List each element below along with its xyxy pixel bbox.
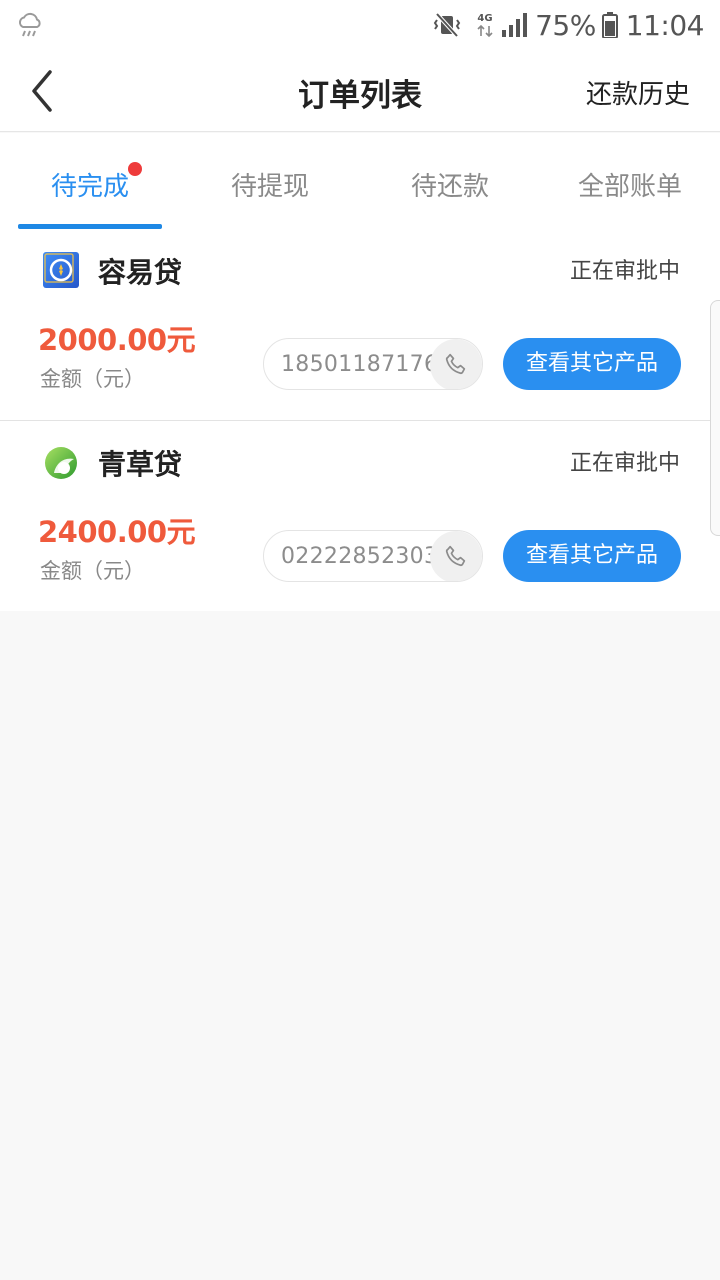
vibrate-mute-icon <box>433 12 461 38</box>
battery-percent: 75% <box>535 8 596 42</box>
clock: 11:04 <box>625 8 705 42</box>
order-card[interactable]: 青草贷 正在审批中 2400.00元 金额（元） 02222852303 查看其… <box>0 420 720 611</box>
tab-pending-complete[interactable]: 待完成 <box>0 133 180 229</box>
status-bar: 4G 75% 11:04 <box>0 0 720 50</box>
order-tabs: 待完成 待提现 待还款 全部账单 <box>0 133 720 229</box>
order-status: 正在审批中 <box>569 451 680 476</box>
amount-label: 金额（元） <box>40 367 145 391</box>
order-card[interactable]: 容易贷 正在审批中 2000.00元 金额（元） 18501187176 查看其… <box>0 229 720 420</box>
tab-pending-withdraw[interactable]: 待提现 <box>180 133 360 229</box>
order-list: 容易贷 正在审批中 2000.00元 金额（元） 18501187176 查看其… <box>0 229 720 611</box>
view-other-products-button[interactable]: 查看其它产品 <box>503 530 681 582</box>
phone-number: 18501187176 <box>281 352 439 377</box>
phone-icon <box>445 545 466 567</box>
battery-icon <box>601 12 618 38</box>
view-other-products-button[interactable]: 查看其它产品 <box>503 338 681 390</box>
call-button[interactable] <box>430 531 482 581</box>
loan-amount: 2400.00元 <box>38 515 196 549</box>
product-name: 容易贷 <box>98 256 183 289</box>
repayment-history-link[interactable]: 还款历史 <box>586 74 690 111</box>
tab-label: 待还款 <box>410 172 489 202</box>
contact-phone[interactable]: 02222852303 <box>263 530 483 582</box>
tab-label: 待完成 <box>50 172 129 202</box>
phone-icon <box>445 353 466 375</box>
call-button[interactable] <box>430 339 482 389</box>
qingcaodai-logo <box>45 447 77 479</box>
app-header: 订单列表 还款历史 <box>0 50 720 132</box>
tab-label: 全部账单 <box>577 172 682 202</box>
order-status: 正在审批中 <box>569 259 680 284</box>
product-name: 青草贷 <box>98 448 183 481</box>
cloud-rain-icon <box>18 12 41 37</box>
edge-panel-handle[interactable] <box>710 300 720 536</box>
rongyidai-logo <box>43 252 79 288</box>
signal-icon <box>502 13 528 37</box>
empty-area <box>0 612 720 1280</box>
amount-label: 金额（元） <box>40 559 145 583</box>
tab-all-bills[interactable]: 全部账单 <box>540 133 720 229</box>
contact-phone[interactable]: 18501187176 <box>263 338 483 390</box>
phone-number: 02222852303 <box>281 544 439 569</box>
tab-label: 待提现 <box>230 172 309 202</box>
network-4g-icon: 4G <box>477 13 493 38</box>
tab-pending-repay[interactable]: 待还款 <box>360 133 540 229</box>
network-type-label: 4G <box>477 13 492 24</box>
notification-badge <box>128 162 142 176</box>
loan-amount: 2000.00元 <box>38 323 196 357</box>
